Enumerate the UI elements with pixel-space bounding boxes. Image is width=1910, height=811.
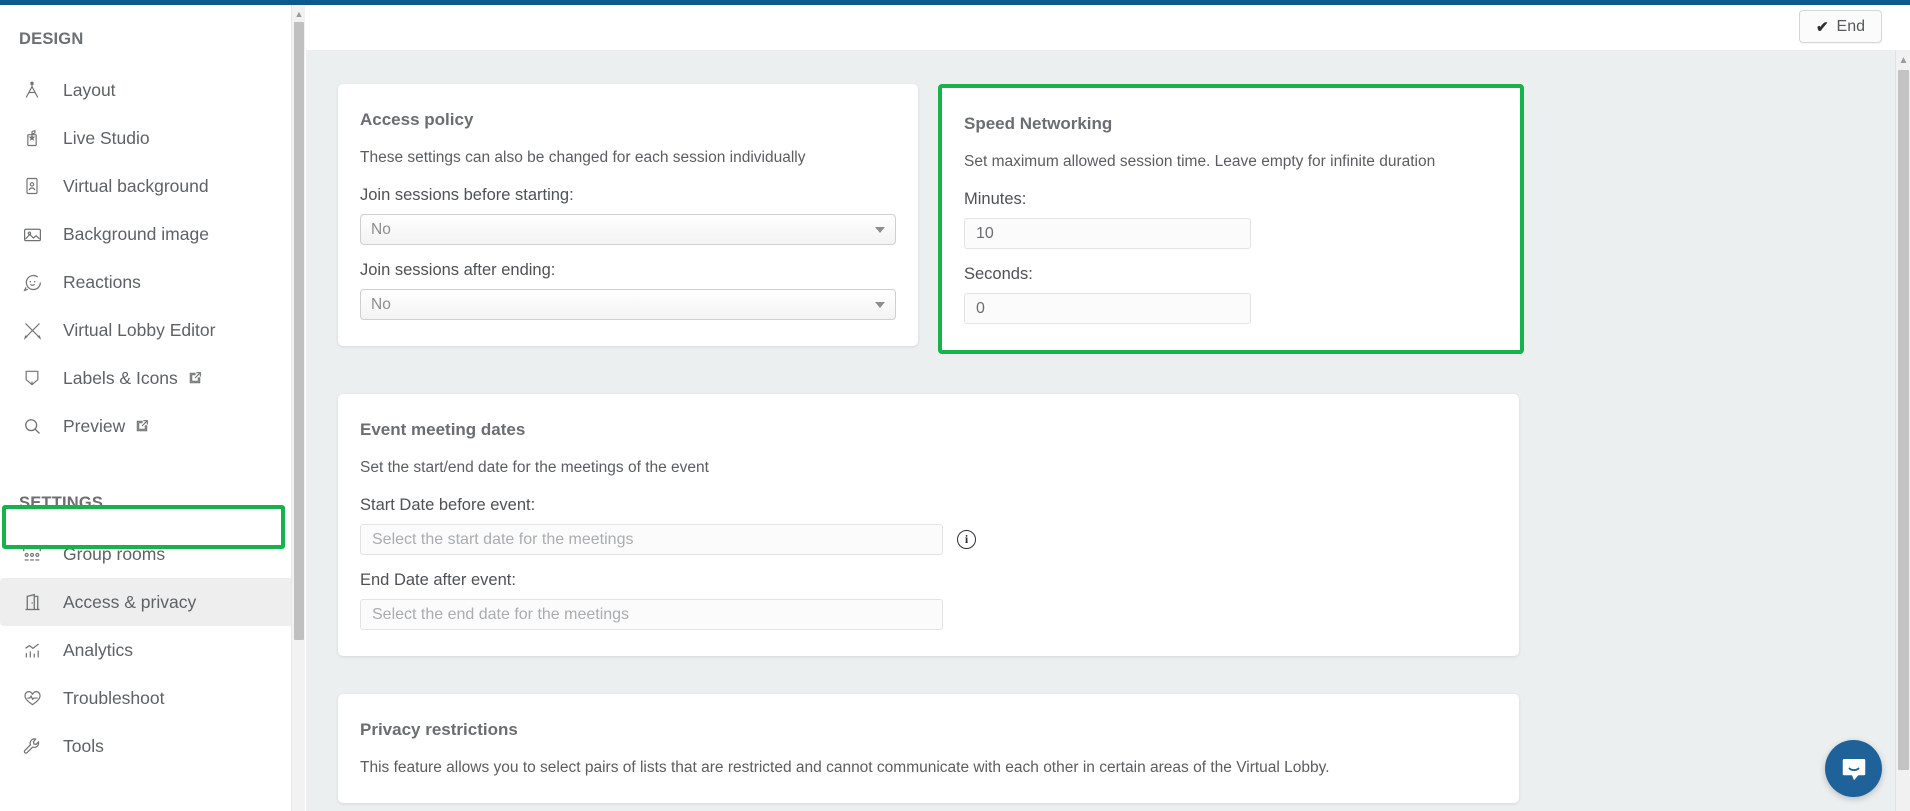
end-date-input[interactable]: Select the end date for the meetings — [360, 599, 943, 630]
external-link-icon — [134, 418, 150, 434]
check-icon: ✔ — [1815, 18, 1829, 36]
group-rooms-icon — [19, 541, 45, 567]
sidebar-item-preview[interactable]: Preview — [0, 402, 293, 450]
scroll-up-arrow-icon[interactable]: ▲ — [293, 7, 305, 20]
sidebar-item-virtual-background[interactable]: Virtual background — [0, 162, 293, 210]
sidebar-item-label: Troubleshoot — [63, 687, 165, 708]
access-policy-description: These settings can also be changed for e… — [360, 149, 806, 166]
main-area: ✔ End Access policy These settings can a… — [306, 5, 1910, 811]
content-scroll-region: Access policy These settings can also be… — [306, 50, 1910, 811]
bar-chart-icon — [19, 637, 45, 663]
sidebar-item-label: Layout — [63, 79, 116, 100]
end-date-label: End Date after event: — [360, 571, 516, 589]
sidebar-group-title-settings: SETTINGS — [19, 494, 104, 512]
privacy-restrictions-card: Privacy restrictions This feature allows… — [338, 694, 1519, 803]
start-date-input[interactable]: Select the start date for the meetings — [360, 524, 943, 555]
podium-icon — [19, 125, 45, 151]
sidebar-item-background-image[interactable]: Background image — [0, 210, 293, 258]
sidebar-item-label: Preview — [63, 415, 126, 436]
join-before-starting-label: Join sessions before starting: — [360, 186, 574, 204]
sidebar-item-label: Group rooms — [63, 543, 166, 564]
tag-icon — [19, 365, 45, 391]
end-button-label: End — [1836, 17, 1865, 35]
pencil-ruler-icon — [19, 317, 45, 343]
sidebar-item-label: Virtual Lobby Editor — [63, 319, 216, 340]
privacy-restrictions-title: Privacy restrictions — [360, 720, 518, 739]
start-date-row: Select the start date for the meetings i — [360, 524, 1497, 555]
chat-bubble-icon[interactable] — [1825, 740, 1882, 797]
end-date-row: Select the end date for the meetings — [360, 599, 1497, 630]
sidebar-scrollbar-thumb[interactable] — [294, 22, 304, 640]
join-after-ending-select[interactable]: No — [360, 289, 896, 320]
join-before-starting-select[interactable]: No — [360, 214, 896, 245]
seconds-label: Seconds: — [964, 265, 1033, 283]
join-after-ending-label: Join sessions after ending: — [360, 261, 556, 279]
event-meeting-dates-card: Event meeting dates Set the start/end da… — [338, 394, 1519, 656]
sidebar-item-label: Reactions — [63, 271, 141, 292]
scroll-up-arrow-icon[interactable]: ▲ — [1896, 53, 1910, 67]
sidebar-item-layout[interactable]: Layout — [0, 66, 293, 114]
id-card-icon — [19, 173, 45, 199]
speed-networking-description: Set maximum allowed session time. Leave … — [964, 153, 1436, 170]
chevron-down-icon — [875, 301, 885, 308]
sidebar-item-label: Access & privacy — [63, 591, 197, 612]
door-icon — [19, 589, 45, 615]
heartbeat-icon — [19, 685, 45, 711]
minutes-value: 10 — [976, 224, 994, 242]
sidebar-item-reactions[interactable]: Reactions — [0, 258, 293, 306]
smiley-chat-icon — [19, 269, 45, 295]
end-button[interactable]: ✔ End — [1798, 10, 1882, 43]
sidebar-item-label: Tools — [63, 735, 104, 756]
access-policy-title: Access policy — [360, 110, 474, 129]
info-icon[interactable]: i — [957, 530, 976, 549]
sidebar-item-labels-and-icons[interactable]: Labels & Icons — [0, 354, 293, 402]
chevron-down-icon — [875, 226, 885, 233]
access-policy-card: Access policy These settings can also be… — [338, 84, 918, 346]
wrench-icon — [19, 733, 45, 759]
sidebar-item-label: Virtual background — [63, 175, 209, 196]
content-inner: Access policy These settings can also be… — [306, 50, 1895, 811]
sidebar: DESIGN Layout Live Studio Virtual backgr… — [0, 5, 293, 811]
minutes-label: Minutes: — [964, 190, 1027, 208]
compass-icon — [19, 77, 45, 103]
external-link-icon — [187, 370, 203, 386]
sidebar-item-tools[interactable]: Tools — [0, 722, 293, 770]
sidebar-group-title-design: DESIGN — [19, 30, 84, 48]
privacy-restrictions-description: This feature allows you to select pairs … — [360, 759, 1330, 776]
event-meeting-dates-title: Event meeting dates — [360, 420, 526, 439]
start-date-label: Start Date before event: — [360, 496, 536, 514]
sidebar-item-live-studio[interactable]: Live Studio — [0, 114, 293, 162]
minutes-input[interactable]: 10 — [964, 218, 1251, 249]
sidebar-item-analytics[interactable]: Analytics — [0, 626, 293, 674]
search-icon — [19, 413, 45, 439]
sidebar-item-group-rooms[interactable]: Group rooms — [0, 530, 293, 578]
start-date-placeholder: Select the start date for the meetings — [372, 530, 634, 548]
main-header: ✔ End — [306, 5, 1910, 50]
top-cards-row: Access policy These settings can also be… — [338, 84, 1863, 354]
image-icon — [19, 221, 45, 247]
seconds-input[interactable]: 0 — [964, 293, 1251, 324]
event-meeting-dates-description: Set the start/end date for the meetings … — [360, 459, 709, 476]
speed-networking-title: Speed Networking — [964, 114, 1113, 133]
content-scrollbar-thumb[interactable] — [1898, 70, 1909, 770]
seconds-value: 0 — [976, 299, 985, 317]
sidebar-item-access-and-privacy[interactable]: Access & privacy — [0, 578, 293, 626]
join-after-ending-value: No — [371, 295, 391, 313]
sidebar-item-label: Analytics — [63, 639, 134, 660]
sidebar-scrollbar[interactable]: ▲ — [291, 5, 305, 811]
end-date-placeholder: Select the end date for the meetings — [372, 605, 630, 623]
sidebar-item-label: Labels & Icons — [63, 367, 178, 388]
speed-networking-card: Speed Networking Set maximum allowed ses… — [942, 88, 1520, 350]
join-before-starting-value: No — [371, 220, 391, 238]
speed-networking-highlight-box: Speed Networking Set maximum allowed ses… — [938, 84, 1524, 354]
content-scrollbar[interactable]: ▲ — [1895, 50, 1910, 811]
sidebar-item-troubleshoot[interactable]: Troubleshoot — [0, 674, 293, 722]
sidebar-item-virtual-lobby-editor[interactable]: Virtual Lobby Editor — [0, 306, 293, 354]
sidebar-item-label: Background image — [63, 223, 209, 244]
sidebar-item-label: Live Studio — [63, 127, 150, 148]
